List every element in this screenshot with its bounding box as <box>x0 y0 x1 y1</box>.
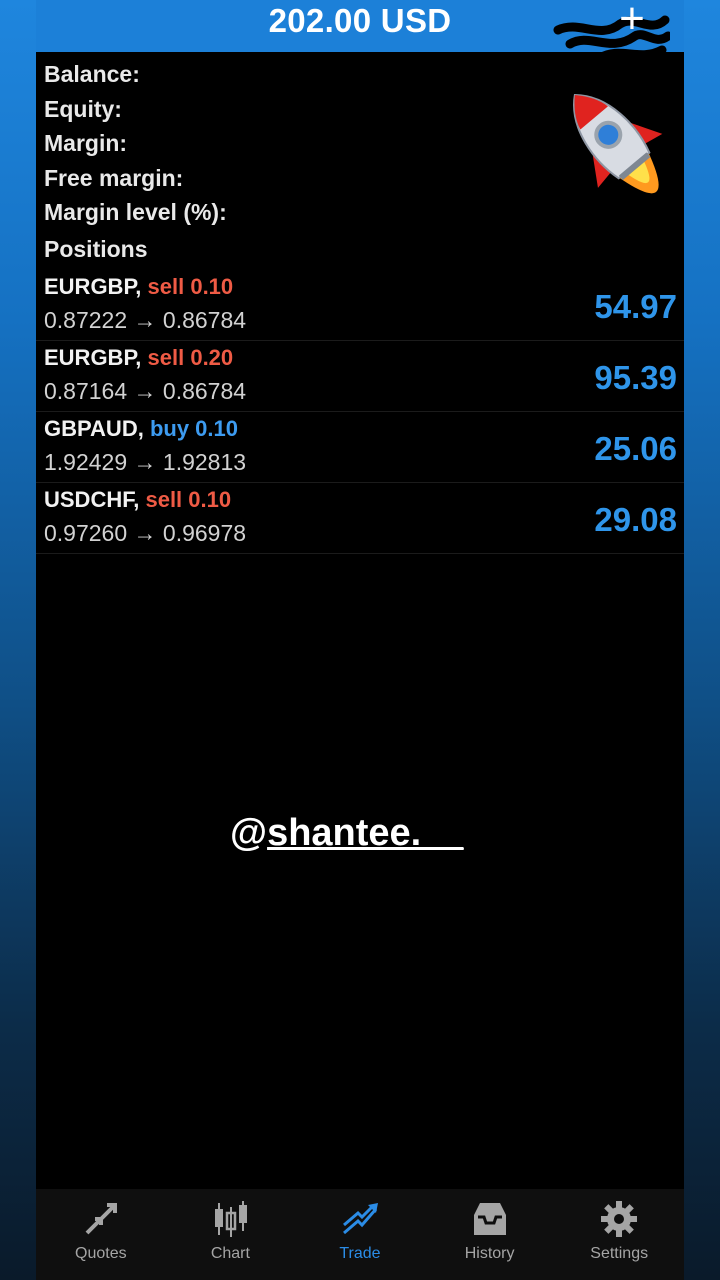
tab-trade[interactable]: Trade <box>295 1189 425 1280</box>
position-side: sell 0.20 <box>147 345 234 370</box>
positions-list: EURGBP, sell 0.10 0.87222 → 0.86784 54.9… <box>36 270 684 554</box>
balance-label: Balance: <box>44 61 140 87</box>
trade-screen: Balance: Equity: Margin: Free margin: Ma… <box>36 52 684 1189</box>
price-arrow: → <box>133 520 157 546</box>
position-side: sell 0.10 <box>147 274 234 299</box>
tab-label: Quotes <box>75 1245 127 1262</box>
open-price: 1.92429 <box>44 449 128 475</box>
current-price: 0.86784 <box>162 378 247 404</box>
position-row[interactable]: EURGBP, sell 0.10 0.87222 → 0.86784 54.9… <box>36 270 684 341</box>
at-sign: @ <box>230 812 268 854</box>
tab-settings[interactable]: Settings <box>554 1189 684 1280</box>
chart-icon <box>214 1201 247 1237</box>
position-symbol: EURGBP, <box>44 345 142 370</box>
trade-icon <box>343 1203 379 1235</box>
rocket-sticker <box>573 93 663 194</box>
position-profit: 95.39 <box>594 359 677 396</box>
position-row[interactable]: EURGBP, sell 0.20 0.87164 → 0.86784 95.3… <box>36 341 684 412</box>
open-price: 0.87222 <box>44 307 128 333</box>
position-row[interactable]: USDCHF, sell 0.10 0.97260 → 0.96978 29.0… <box>36 483 684 554</box>
price-arrow: → <box>133 378 157 404</box>
username-handle: shantee.__ <box>267 812 464 854</box>
account-summary: Balance: Equity: Margin: Free margin: Ma… <box>44 57 227 230</box>
current-price: 1.92813 <box>162 449 247 475</box>
current-price: 0.96978 <box>162 520 247 546</box>
position-profit: 29.08 <box>594 501 677 538</box>
open-price: 0.87164 <box>44 378 128 404</box>
tab-history[interactable]: History <box>425 1189 555 1280</box>
open-price: 0.97260 <box>44 520 128 546</box>
history-icon <box>473 1203 506 1235</box>
settings-icon <box>601 1201 638 1237</box>
margin-level-label: Margin level (%): <box>44 199 227 225</box>
position-profit: 25.06 <box>594 430 677 467</box>
tab-quotes[interactable]: Quotes <box>36 1189 166 1280</box>
margin-label: Margin: <box>44 130 128 156</box>
tab-chart[interactable]: Chart <box>166 1189 296 1280</box>
current-price: 0.86784 <box>162 307 247 333</box>
add-order-button[interactable]: + <box>612 0 652 41</box>
position-profit: 54.97 <box>594 288 677 325</box>
position-row[interactable]: GBPAUD, buy 0.10 1.92429 → 1.92813 25.06 <box>36 412 684 483</box>
free-margin-label: Free margin: <box>44 164 184 191</box>
position-side: sell 0.10 <box>145 487 232 512</box>
position-symbol: EURGBP, <box>44 274 142 299</box>
scribble-decoration <box>553 15 670 63</box>
price-arrow: → <box>133 307 157 333</box>
equity-label: Equity: <box>44 95 122 122</box>
position-side: buy 0.10 <box>149 416 238 441</box>
price-arrow: → <box>133 449 157 475</box>
bottom-tab-bar: Quotes Chart Trade History Settings <box>36 1189 684 1280</box>
positions-heading: Positions <box>44 236 148 262</box>
tab-label: Settings <box>590 1245 649 1262</box>
position-symbol: USDCHF, <box>44 487 140 512</box>
position-symbol: GBPAUD, <box>44 416 144 441</box>
tab-label: Trade <box>339 1245 381 1262</box>
tab-label: History <box>464 1245 515 1262</box>
tab-label: Chart <box>210 1245 250 1262</box>
quotes-icon <box>85 1203 117 1235</box>
username-overlay: @shantee.__ <box>230 812 464 855</box>
app-frame: 202.00 USD + Balance: Equity: Margin: Fr… <box>36 0 684 1280</box>
